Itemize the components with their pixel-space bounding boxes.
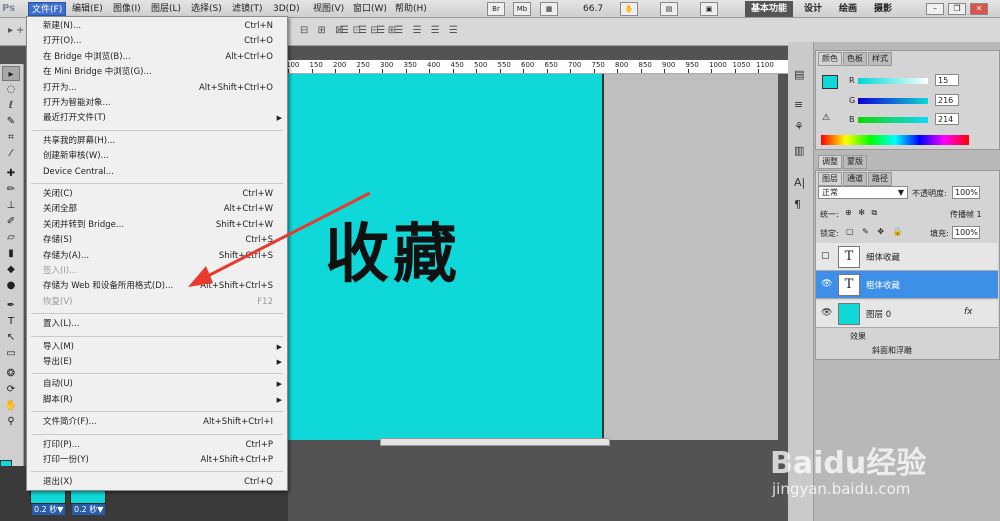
watermark-brand: Baidu经验 bbox=[770, 446, 927, 481]
baidu-watermark: Baidu经验 jingyan.baidu.com bbox=[770, 428, 1000, 521]
watermark-url: jingyan.baidu.com bbox=[772, 480, 911, 498]
